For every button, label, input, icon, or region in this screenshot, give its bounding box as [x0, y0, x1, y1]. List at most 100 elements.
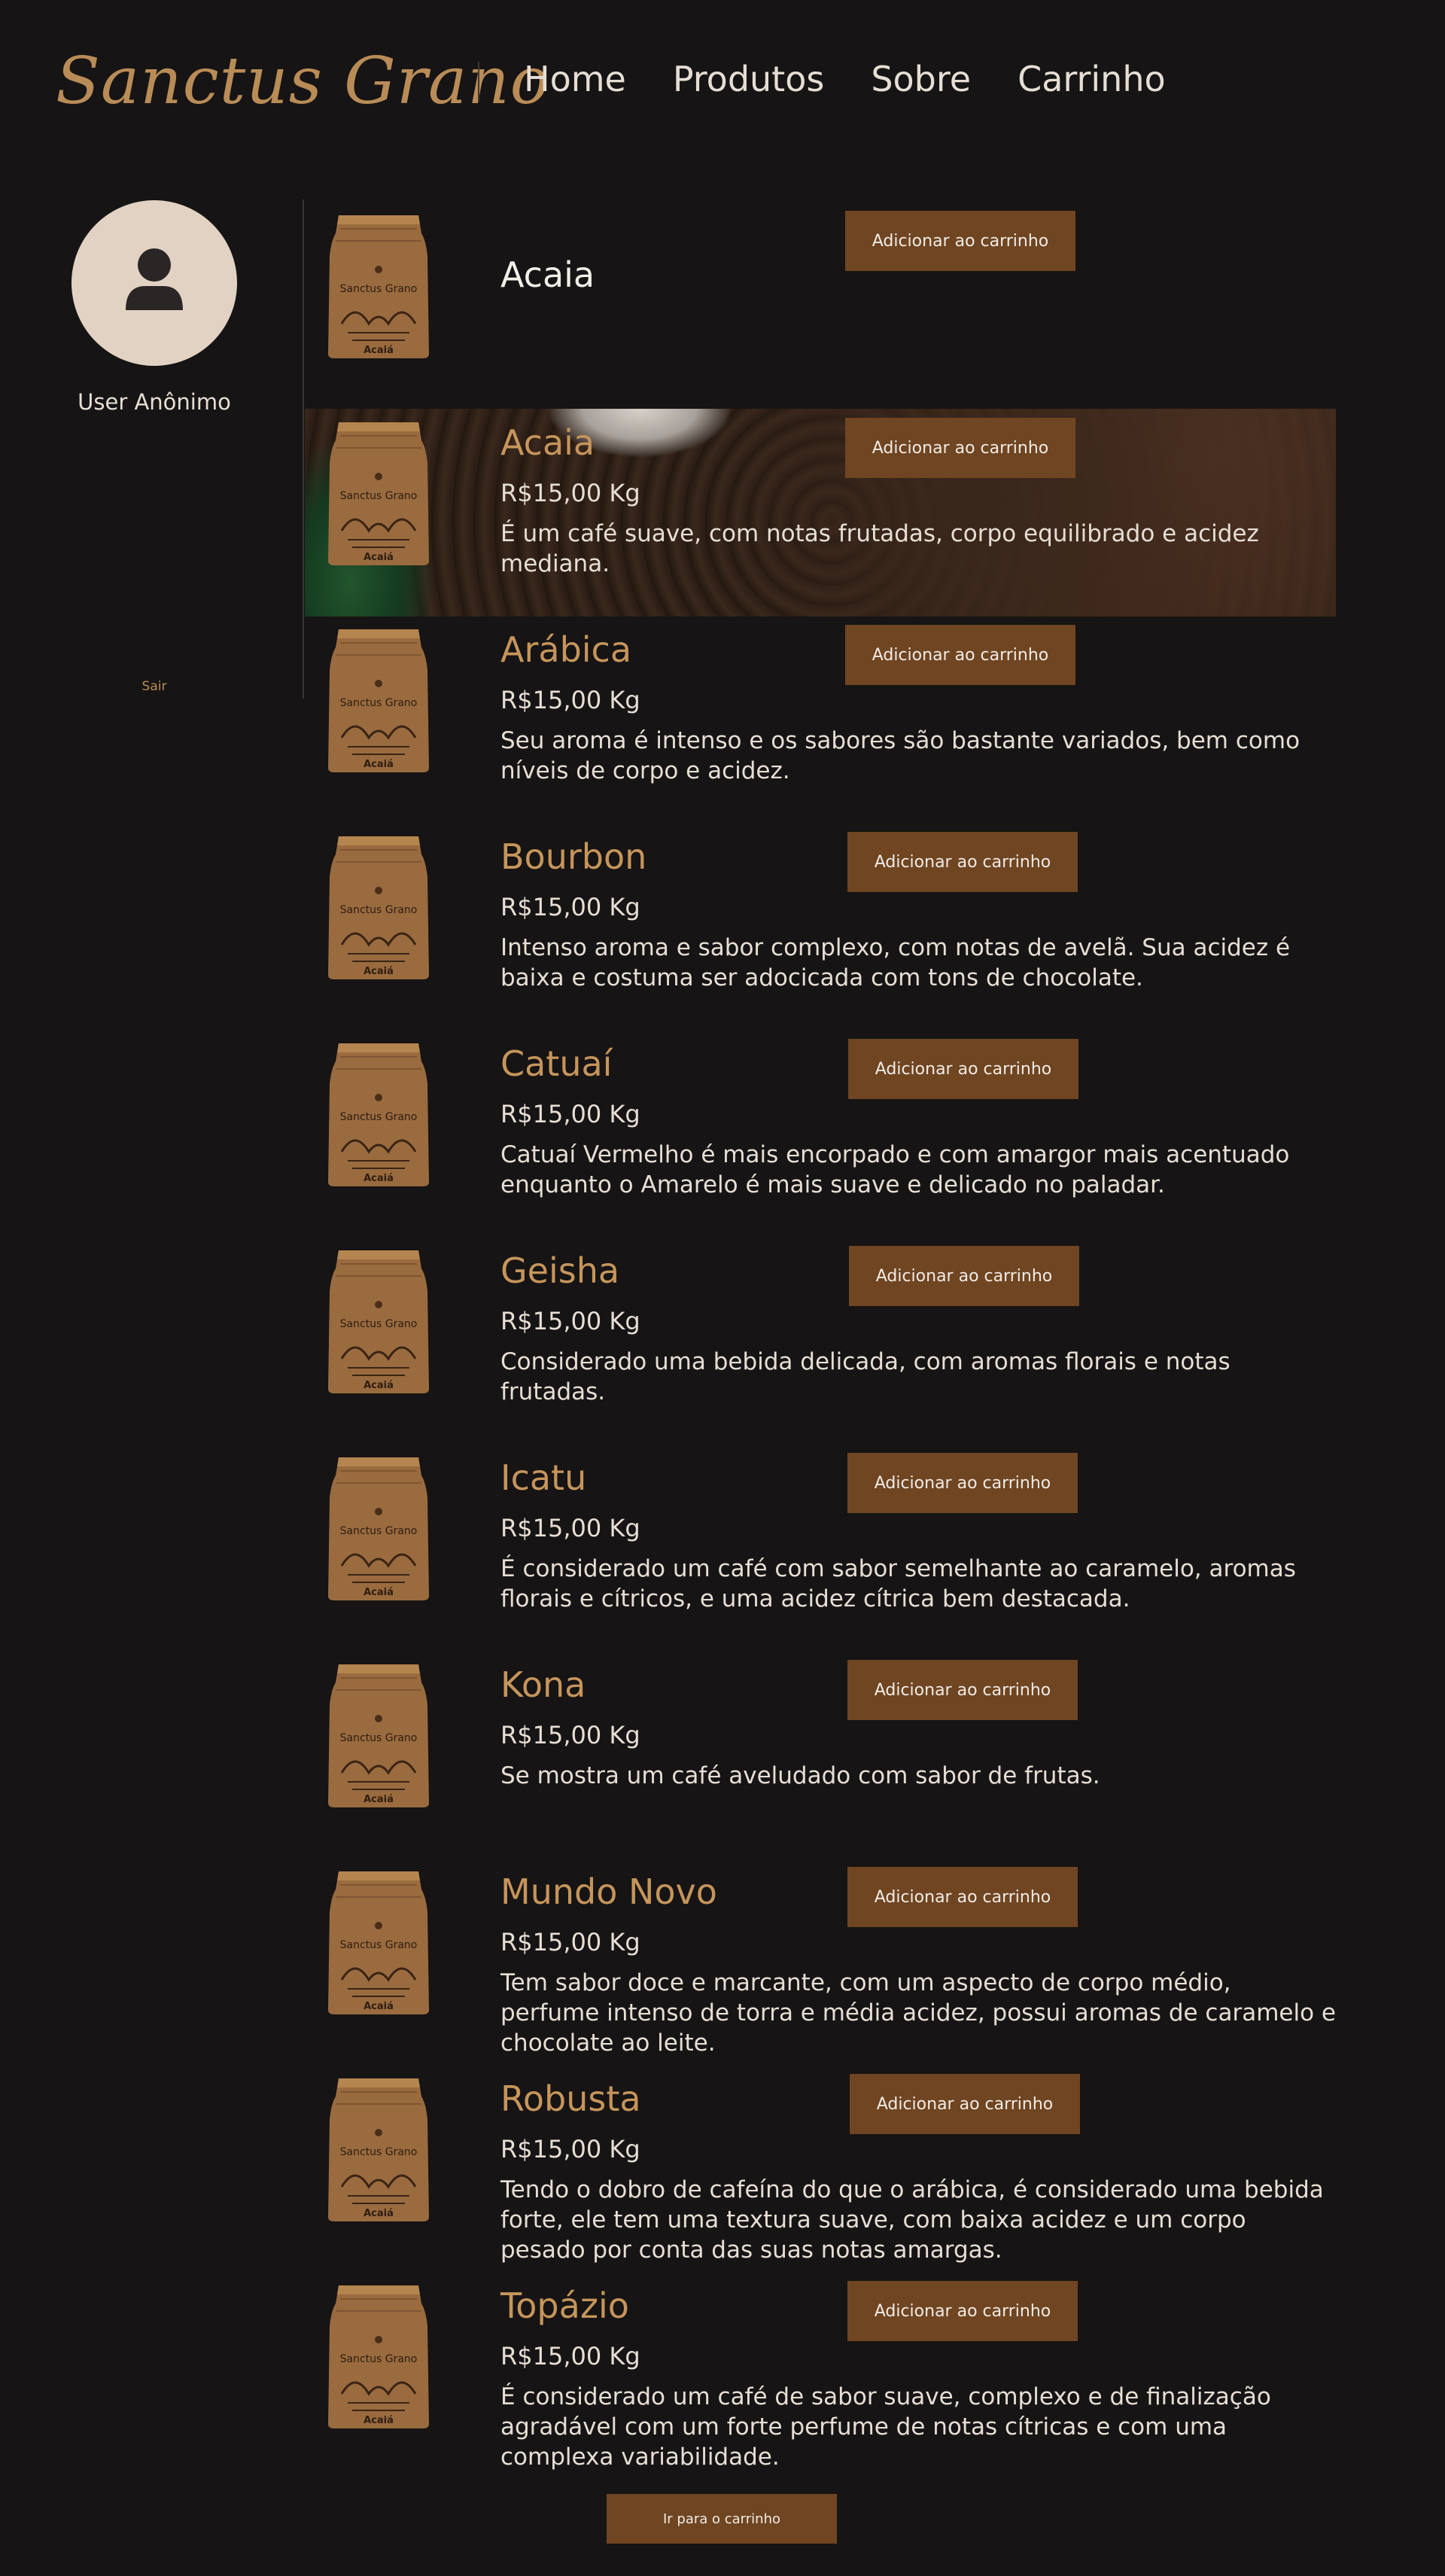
product-card[interactable]: Sanctus Grano Acaiá Catuaí R$15,00 Kg Catu…	[305, 1030, 1336, 1238]
user-sidebar: User Anônimo Sair	[0, 196, 305, 700]
bag-brand-text: Sanctus Grano	[340, 1732, 418, 1744]
user-icon	[126, 248, 183, 310]
product-name: Robusta	[500, 2078, 641, 2119]
add-to-cart-button[interactable]: Adicionar ao carrinho	[848, 1039, 1078, 1099]
add-to-cart-button[interactable]: Adicionar ao carrinho	[847, 832, 1078, 892]
bag-brand-text: Sanctus Grano	[340, 1318, 418, 1330]
coffee-bag-image: Sanctus Grano Acaiá	[325, 1453, 432, 1603]
bag-variety-text: Acaiá	[364, 2415, 394, 2426]
bag-brand-text: Sanctus Grano	[340, 2353, 418, 2365]
bag-variety-text: Acaiá	[364, 1380, 394, 1391]
bag-variety-text: Acaiá	[364, 345, 394, 356]
bag-brand-text: Sanctus Grano	[340, 283, 418, 295]
add-to-cart-button[interactable]: Adicionar ao carrinho	[847, 1453, 1078, 1513]
nav-carrinho-link[interactable]: Carrinho	[1018, 59, 1166, 99]
bag-brand-text: Sanctus Grano	[340, 1939, 418, 1951]
add-to-cart-button[interactable]: Adicionar ao carrinho	[847, 1660, 1078, 1720]
product-description: Se mostra um café aveludado com sabor de…	[500, 1762, 1100, 1789]
product-price: R$15,00 Kg	[500, 1928, 640, 1956]
bag-variety-text: Acaiá	[364, 1794, 394, 1805]
product-name: Catuaí	[500, 1043, 613, 1084]
coffee-bag-image: Sanctus Grano Acaiá	[325, 1246, 432, 1396]
coffee-bag-image: Sanctus Grano Acaiá	[325, 832, 432, 982]
bag-variety-text: Acaiá	[364, 1587, 394, 1598]
product-card[interactable]: Sanctus Grano Acaiá Bourbon R$15,00 Kg Int…	[305, 823, 1336, 1031]
header-divider	[478, 62, 479, 101]
product-card[interactable]: Sanctus Grano Acaiá Acaia R$15,00 Kg É um …	[305, 409, 1336, 617]
add-to-cart-button[interactable]: Adicionar ao carrinho	[845, 418, 1075, 478]
coffee-bag-image: Sanctus Grano Acaiá	[325, 211, 432, 361]
bag-variety-text: Acaiá	[364, 1173, 394, 1184]
coffee-bag-image: Sanctus Grano Acaiá	[325, 418, 432, 568]
add-to-cart-button[interactable]: Adicionar ao carrinho	[850, 2074, 1080, 2134]
add-to-cart-button[interactable]: Adicionar ao carrinho	[845, 211, 1075, 271]
featured-product[interactable]: Sanctus Grano Acaiá Acaia Adicionar ao ca…	[305, 202, 1336, 410]
product-description: Tendo o dobro de cafeína do que o arábic…	[500, 2176, 1324, 2264]
product-name: Mundo Novo	[500, 1871, 717, 1912]
product-price: R$15,00 Kg	[500, 2342, 640, 2370]
user-name: User Anônimo	[78, 389, 231, 415]
logout-link[interactable]: Sair	[0, 679, 309, 694]
product-card[interactable]: Sanctus Grano Acaiá Mundo Novo R$15,00 Kg…	[305, 1858, 1336, 2066]
avatar	[71, 200, 237, 366]
product-name: Kona	[500, 1664, 586, 1705]
coffee-bag-image: Sanctus Grano Acaiá	[325, 1867, 432, 2017]
product-description: É considerado um café de sabor suave, co…	[500, 2383, 1271, 2471]
bag-brand-text: Sanctus Grano	[340, 1111, 418, 1123]
sidebar-divider	[303, 199, 304, 699]
product-name: Arábica	[500, 629, 632, 670]
bag-brand-text: Sanctus Grano	[340, 904, 418, 916]
product-card[interactable]: Sanctus Grano Acaiá Kona R$15,00 Kg Se mos…	[305, 1651, 1336, 1859]
site-header: Sanctus Grano Home Produtos Sobre Carrin…	[0, 0, 1445, 173]
add-to-cart-button[interactable]: Adicionar ao carrinho	[847, 2281, 1078, 2341]
coffee-bag-image: Sanctus Grano Acaiá	[325, 1660, 432, 1810]
bag-brand-text: Sanctus Grano	[340, 1525, 418, 1537]
product-card[interactable]: Sanctus Grano Acaiá Arábica R$15,00 Kg Seu…	[305, 616, 1336, 824]
go-to-cart-button[interactable]: Ir para o carrinho	[607, 2494, 837, 2544]
product-description: Tem sabor doce e marcante, com um aspect…	[500, 1969, 1336, 2057]
product-description: Considerado uma bebida delicada, com aro…	[500, 1348, 1231, 1405]
bag-variety-text: Acaiá	[364, 2208, 394, 2219]
product-description: É considerado um café com sabor semelhan…	[500, 1555, 1296, 1612]
nav-home-link[interactable]: Home	[524, 59, 626, 99]
product-price: R$15,00 Kg	[500, 1100, 640, 1128]
product-description: Catuaí Vermelho é mais encorpado e com a…	[500, 1141, 1290, 1198]
bag-variety-text: Acaiá	[364, 552, 394, 563]
product-price: R$15,00 Kg	[500, 893, 640, 921]
product-card[interactable]: Sanctus Grano Acaiá Topázio R$15,00 Kg É c…	[305, 2272, 1336, 2480]
product-name: Topázio	[500, 2285, 629, 2326]
product-card[interactable]: Sanctus Grano Acaiá Robusta R$15,00 Kg Ten…	[305, 2065, 1336, 2273]
bag-brand-text: Sanctus Grano	[340, 490, 418, 502]
bag-variety-text: Acaiá	[364, 2001, 394, 2012]
coffee-bag-image: Sanctus Grano Acaiá	[325, 625, 432, 775]
product-card[interactable]: Sanctus Grano Acaiá Icatu R$15,00 Kg É con…	[305, 1444, 1336, 1652]
product-description: Seu aroma é intenso e os sabores são bas…	[500, 727, 1300, 784]
bag-brand-text: Sanctus Grano	[340, 2146, 418, 2158]
bag-variety-text: Acaiá	[364, 759, 394, 770]
main-nav: Home Produtos Sobre Carrinho	[524, 59, 1166, 99]
bag-brand-text: Sanctus Grano	[340, 697, 418, 709]
brand-logo[interactable]: Sanctus Grano	[56, 44, 549, 119]
add-to-cart-button[interactable]: Adicionar ao carrinho	[845, 625, 1075, 685]
product-card[interactable]: Sanctus Grano Acaiá Geisha R$15,00 Kg Cons…	[305, 1237, 1336, 1445]
coffee-bag-image: Sanctus Grano Acaiá	[325, 2281, 432, 2431]
add-to-cart-button[interactable]: Adicionar ao carrinho	[847, 1867, 1078, 1927]
bag-variety-text: Acaiá	[364, 966, 394, 977]
nav-produtos-link[interactable]: Produtos	[673, 59, 824, 99]
product-price: R$15,00 Kg	[500, 479, 640, 507]
product-price: R$15,00 Kg	[500, 686, 640, 714]
coffee-bag-image: Sanctus Grano Acaiá	[325, 1039, 432, 1189]
product-price: R$15,00 Kg	[500, 2135, 640, 2163]
nav-sobre-link[interactable]: Sobre	[871, 59, 971, 99]
product-price: R$15,00 Kg	[500, 1514, 640, 1542]
product-description: Intenso aroma e sabor complexo, com nota…	[500, 934, 1291, 991]
product-name: Geisha	[500, 1250, 620, 1291]
product-description: É um café suave, com notas frutadas, cor…	[500, 520, 1259, 577]
product-name: Icatu	[500, 1457, 587, 1498]
add-to-cart-button[interactable]: Adicionar ao carrinho	[849, 1246, 1079, 1306]
product-name: Acaia	[500, 422, 595, 463]
product-price: R$15,00 Kg	[500, 1721, 640, 1749]
product-name: Acaia	[500, 254, 595, 295]
product-name: Bourbon	[500, 836, 647, 877]
product-price: R$15,00 Kg	[500, 1307, 640, 1335]
